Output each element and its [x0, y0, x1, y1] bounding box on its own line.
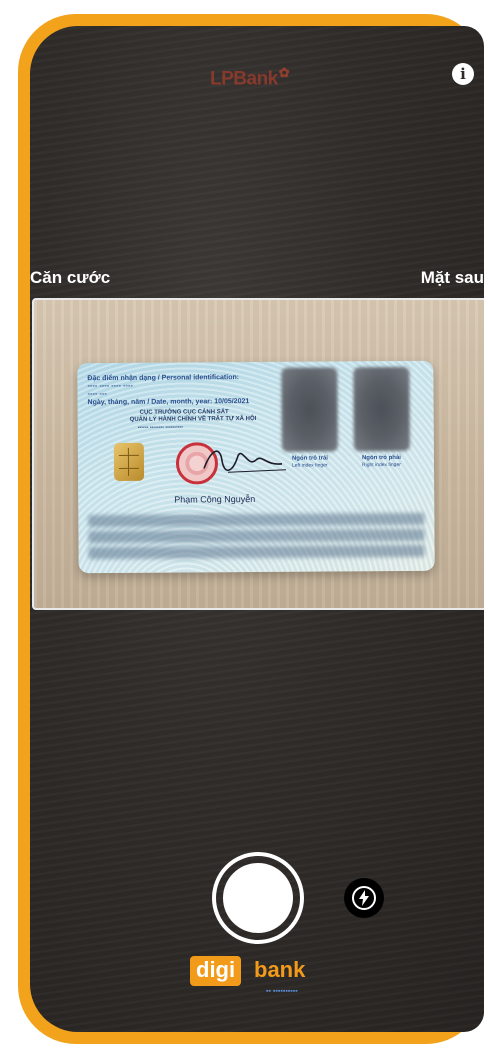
id-identification-title: Đặc điểm nhận dạng / Personal identifica… — [87, 374, 240, 383]
id-blurred-text: ▪▪▪▪ ▪▪▪▪ ▪▪▪▪ ▪▪▪▪ — [87, 382, 134, 391]
camera-screen: LPBank✿ i Căn cước Mặt sau Đặc điểm nhận… — [30, 26, 484, 1032]
holder-name: Phạm Công Nguyễn — [174, 494, 256, 505]
card-scan-frame: Đặc điểm nhận dạng / Personal identifica… — [32, 298, 484, 610]
chip-icon — [113, 442, 145, 481]
id-blurred-text: ▪▪▪▪▪▪ ▪▪▪▪▪▪▪▪ ▪▪▪▪▪▪▪▪▪▪ — [137, 424, 184, 431]
logo-bank: bank — [254, 957, 306, 982]
capture-button-inner[interactable] — [223, 863, 293, 933]
id-card-back: Đặc điểm nhận dạng / Personal identifica… — [77, 360, 435, 574]
mrz-line — [88, 528, 425, 544]
side-label-back: Mặt sau — [420, 268, 484, 287]
id-authority-2: QUẢN LÝ HÀNH CHÍNH VỀ TRẬT TỰ XÃ HỘI — [129, 415, 257, 423]
mrz-line — [88, 512, 425, 528]
info-icon[interactable]: i — [452, 63, 474, 85]
id-blurred-text: ▪▪▪▪ ▪▪▪ — [87, 391, 107, 399]
left-fingerprint-icon — [281, 367, 338, 452]
right-fingerprint-icon — [353, 366, 410, 452]
right-finger-label: Ngón trỏ phải — [361, 454, 401, 462]
flash-button[interactable] — [344, 878, 384, 918]
brand-logo: LPBank✿ — [210, 65, 290, 90]
side-label-front: Căn cước — [30, 268, 111, 287]
mrz-line — [88, 544, 425, 560]
flash-icon[interactable] — [352, 886, 376, 910]
left-finger-sub: Left index finger — [291, 462, 328, 469]
phone-frame: LPBank✿ i Căn cước Mặt sau Đặc điểm nhận… — [18, 14, 484, 1044]
logo-byline: ▪▪ ▪▪▪▪▪▪▪▪▪▪ — [266, 988, 298, 995]
logo-digi: digi — [190, 956, 242, 986]
brand-mark-icon: ✿ — [278, 65, 290, 80]
signature-icon — [203, 450, 287, 473]
right-finger-sub: Right index finger — [361, 461, 401, 469]
id-date-line: Ngày, tháng, năm / Date, month, year: 10… — [87, 398, 250, 407]
capture-button[interactable] — [212, 852, 304, 944]
top-bar: LPBank✿ i — [30, 63, 484, 96]
left-finger-label: Ngón trỏ trái — [291, 455, 328, 462]
